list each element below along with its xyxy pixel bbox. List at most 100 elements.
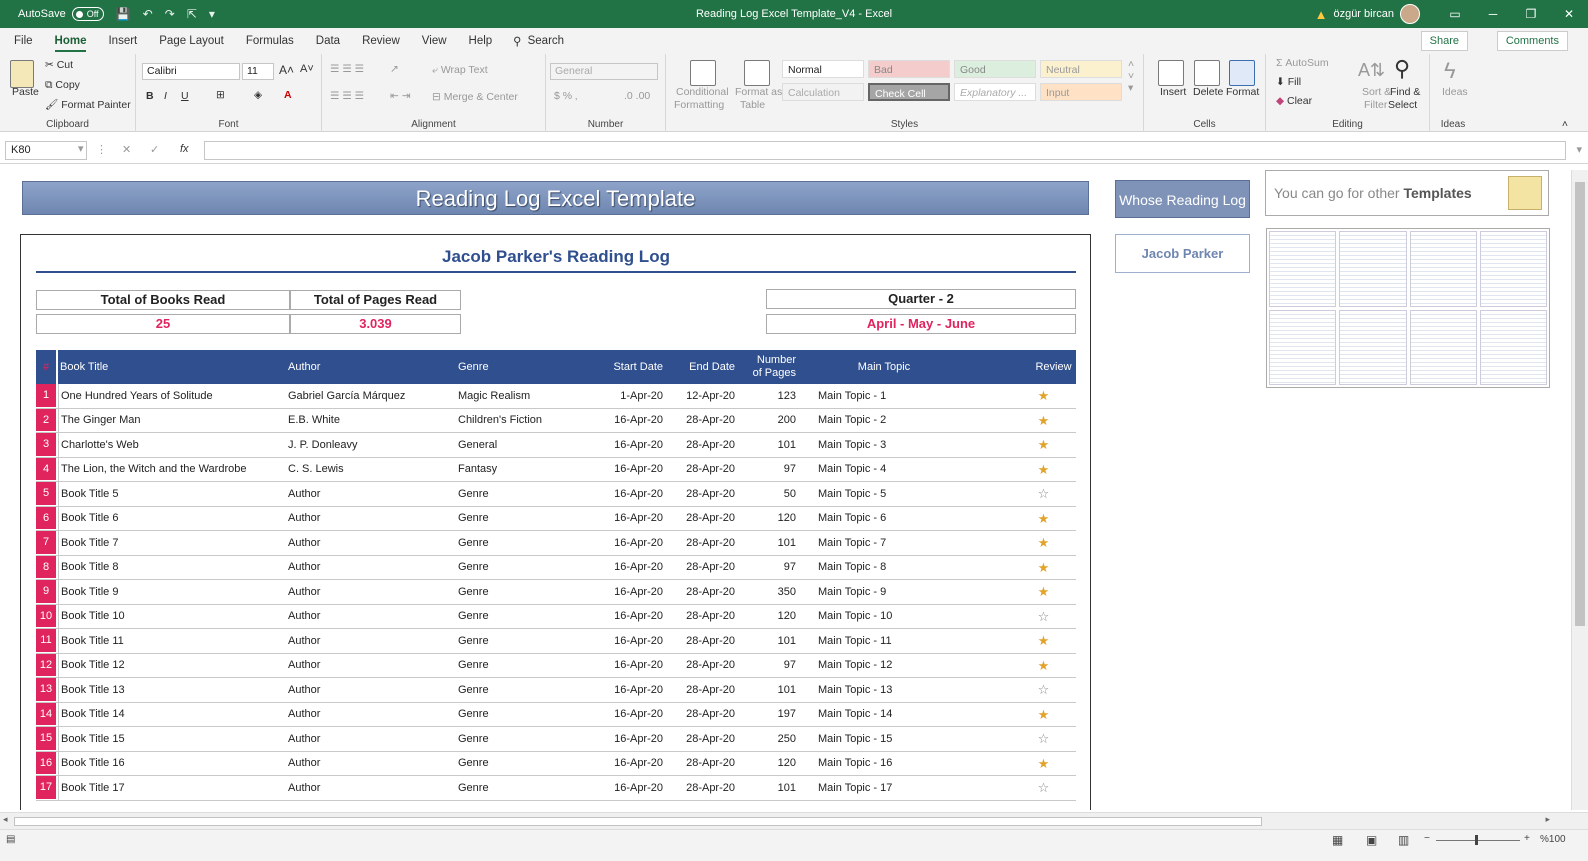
start-date-cell[interactable]: 16-Apr-20 xyxy=(568,752,663,776)
format-as-table-icon[interactable] xyxy=(744,60,770,86)
cut-button[interactable]: ✂ Cut xyxy=(45,59,73,71)
book-title-cell[interactable]: Book Title 11 xyxy=(58,629,288,653)
font-size-select[interactable]: 11 xyxy=(242,63,274,80)
genre-cell[interactable]: Genre xyxy=(458,507,568,531)
table-row[interactable]: 5 Book Title 5 Author Genre 16-Apr-20 28-Apr-… xyxy=(36,482,1076,507)
fill-color-icon[interactable]: ◈ xyxy=(254,89,262,101)
author-cell[interactable]: J. P. Donleavy xyxy=(288,433,458,457)
star-icon[interactable]: ★ xyxy=(1038,536,1050,549)
book-title-cell[interactable]: Book Title 7 xyxy=(58,531,288,555)
page-layout-view-icon[interactable]: ▣ xyxy=(1366,833,1377,847)
clear-button[interactable]: ◆ Clear xyxy=(1276,95,1312,107)
table-row[interactable]: 14 Book Title 14 Author Genre 16-Apr-20 28-Ap… xyxy=(36,702,1076,727)
star-icon[interactable]: ★ xyxy=(1038,585,1050,598)
genre-cell[interactable]: Genre xyxy=(458,654,568,678)
thumbnail[interactable] xyxy=(1409,309,1477,385)
review-cell[interactable]: ★ xyxy=(972,556,1075,580)
author-cell[interactable]: Author xyxy=(288,531,458,555)
end-date-cell[interactable]: 28-Apr-20 xyxy=(663,409,735,433)
tab-formulas[interactable]: Formulas xyxy=(235,28,305,54)
star-outline-icon[interactable]: ☆ xyxy=(1038,683,1050,696)
book-title-cell[interactable]: Book Title 15 xyxy=(58,727,288,751)
end-date-cell[interactable]: 28-Apr-20 xyxy=(663,776,735,800)
genre-cell[interactable]: Fantasy xyxy=(458,458,568,482)
tab-file[interactable]: File xyxy=(0,28,44,54)
book-title-cell[interactable]: Book Title 12 xyxy=(58,653,288,677)
merge-center-button[interactable]: ⊟ Merge & Center xyxy=(432,91,518,103)
book-title-cell[interactable]: Book Title 6 xyxy=(58,506,288,530)
author-cell[interactable]: Author xyxy=(288,580,458,604)
styles-scroll-icon[interactable]: ˄ ˅ ▾ xyxy=(1128,58,1134,94)
end-date-cell[interactable]: 28-Apr-20 xyxy=(663,703,735,727)
grow-font-icon[interactable]: A˄ xyxy=(279,63,294,77)
align-left-icon[interactable]: ☰ ☰ ☰ xyxy=(330,90,364,102)
thumbnail[interactable] xyxy=(1409,231,1477,307)
style-check-cell[interactable]: Check Cell xyxy=(868,83,950,101)
avatar[interactable] xyxy=(1400,4,1420,24)
main-topic-cell[interactable]: Main Topic - 7 xyxy=(796,531,972,555)
shrink-font-icon[interactable]: A˅ xyxy=(300,63,314,75)
star-icon[interactable]: ★ xyxy=(1038,757,1050,770)
end-date-cell[interactable]: 28-Apr-20 xyxy=(663,605,735,629)
main-topic-cell[interactable]: Main Topic - 1 xyxy=(796,384,972,408)
star-icon[interactable]: ★ xyxy=(1038,512,1050,525)
formula-input[interactable] xyxy=(204,141,1566,160)
delete-cells-icon[interactable] xyxy=(1194,60,1220,86)
review-cell[interactable]: ☆ xyxy=(972,727,1075,751)
table-row[interactable]: 7 Book Title 7 Author Genre 16-Apr-20 28-Apr-… xyxy=(36,531,1076,556)
underline-icon[interactable]: U xyxy=(181,90,189,102)
templates-link[interactable]: You can go for other Templates xyxy=(1265,170,1549,216)
redo-icon[interactable]: ↷ xyxy=(165,7,175,21)
start-date-cell[interactable]: 16-Apr-20 xyxy=(568,654,663,678)
thumbnail[interactable] xyxy=(1479,309,1547,385)
name-box-dropdown-icon[interactable]: ▾ xyxy=(78,142,84,155)
review-cell[interactable]: ★ xyxy=(972,654,1075,678)
style-input[interactable]: Input xyxy=(1040,83,1122,101)
decimal-icon[interactable]: .0 .00 xyxy=(624,90,650,102)
conditional-formatting-icon[interactable] xyxy=(690,60,716,86)
table-row[interactable]: 10 Book Title 10 Author Genre 16-Apr-20 28-Ap… xyxy=(36,604,1076,629)
author-cell[interactable]: Author xyxy=(288,605,458,629)
lightning-icon[interactable]: ϟ xyxy=(1444,58,1456,84)
genre-cell[interactable]: Genre xyxy=(458,531,568,555)
author-cell[interactable]: Author xyxy=(288,776,458,800)
table-row[interactable]: 15 Book Title 15 Author Genre 16-Apr-20 28-Ap… xyxy=(36,727,1076,752)
enter-icon[interactable]: ✓ xyxy=(150,143,159,156)
pages-cell[interactable]: 123 xyxy=(735,384,796,408)
end-date-cell[interactable]: 28-Apr-20 xyxy=(663,629,735,653)
author-cell[interactable]: Author xyxy=(288,727,458,751)
customize-toolbar-icon[interactable]: ▾ xyxy=(209,7,215,21)
scroll-left-icon[interactable]: ◂ xyxy=(3,814,8,825)
conditional-formatting-label2[interactable]: Formatting xyxy=(674,99,724,111)
genre-cell[interactable]: Children's Fiction xyxy=(458,409,568,433)
pages-cell[interactable]: 101 xyxy=(735,776,796,800)
main-topic-cell[interactable]: Main Topic - 5 xyxy=(796,482,972,506)
format-as-table-label[interactable]: Format as xyxy=(735,86,782,98)
format-painter-button[interactable]: 🖌 Format Painter xyxy=(45,98,131,111)
book-title-cell[interactable]: One Hundred Years of Solitude xyxy=(58,384,288,408)
minimize-icon[interactable]: ─ xyxy=(1474,0,1512,28)
user-account[interactable]: ▲ özgür bircan xyxy=(1315,4,1420,24)
start-date-cell[interactable]: 16-Apr-20 xyxy=(568,605,663,629)
indent-icon[interactable]: ⇤ ⇥ xyxy=(390,90,411,102)
macro-record-icon[interactable]: ▤ xyxy=(6,834,15,845)
style-neutral[interactable]: Neutral xyxy=(1040,60,1122,78)
pages-cell[interactable]: 250 xyxy=(735,727,796,751)
end-date-cell[interactable]: 12-Apr-20 xyxy=(663,384,735,408)
tab-review[interactable]: Review xyxy=(351,28,411,54)
genre-cell[interactable]: Genre xyxy=(458,752,568,776)
genre-cell[interactable]: Genre xyxy=(458,482,568,506)
pages-cell[interactable]: 197 xyxy=(735,703,796,727)
review-cell[interactable]: ★ xyxy=(972,580,1075,604)
star-outline-icon[interactable]: ☆ xyxy=(1038,781,1050,794)
review-cell[interactable]: ★ xyxy=(972,409,1075,433)
review-cell[interactable]: ★ xyxy=(972,703,1075,727)
close-icon[interactable]: ✕ xyxy=(1550,0,1588,28)
tab-view[interactable]: View xyxy=(411,28,458,54)
page-break-view-icon[interactable]: ▥ xyxy=(1398,833,1409,847)
template-thumbnails[interactable] xyxy=(1266,228,1550,388)
whose-reading-log-button[interactable]: Whose Reading Log xyxy=(1115,180,1250,218)
star-icon[interactable]: ★ xyxy=(1038,463,1050,476)
undo-icon[interactable]: ↶ xyxy=(143,7,153,21)
start-date-cell[interactable]: 16-Apr-20 xyxy=(568,556,663,580)
